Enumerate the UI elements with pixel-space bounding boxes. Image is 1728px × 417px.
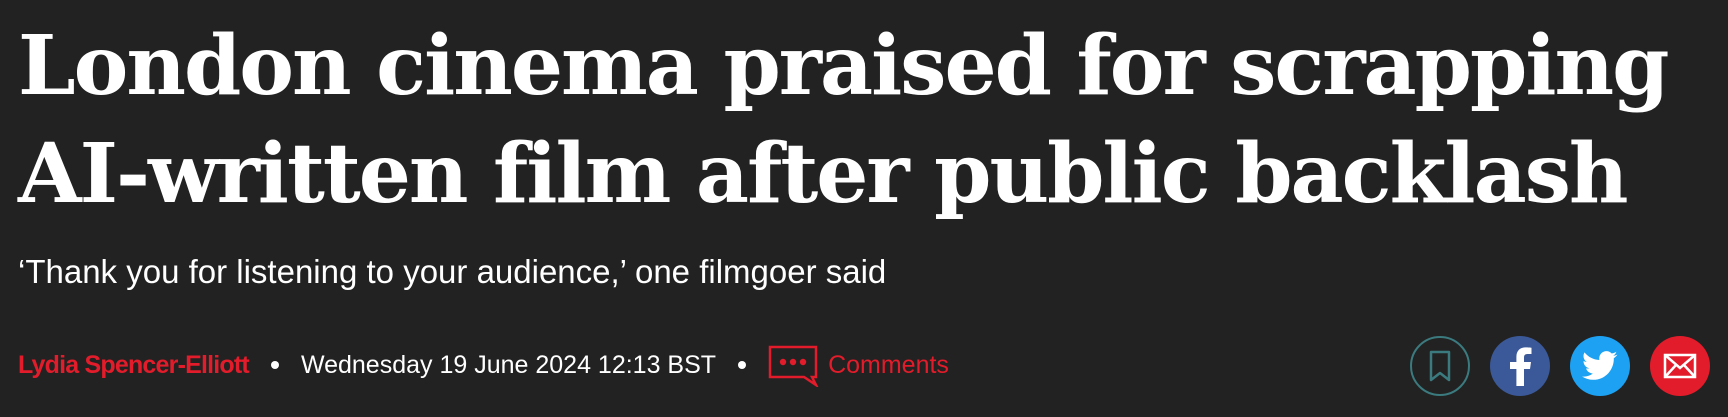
facebook-icon [1505, 346, 1535, 386]
headline: London cinema praised for scrapping AI-w… [18, 12, 1708, 228]
bookmark-icon [1427, 349, 1453, 383]
email-icon [1663, 353, 1697, 379]
standfirst: ‘Thank you for listening to your audienc… [18, 253, 887, 290]
email-share-button[interactable] [1650, 336, 1710, 396]
headline-line-1: London cinema praised for scrapping [18, 18, 1669, 114]
comments-label: Comments [828, 350, 949, 379]
share-bar [1410, 336, 1710, 396]
headline-line-2: AI-written film after public backlash [18, 126, 1628, 222]
facebook-share-button[interactable] [1490, 336, 1550, 396]
twitter-icon [1582, 351, 1618, 381]
publish-date: Wednesday 19 June 2024 12:13 BST [300, 350, 717, 379]
bookmark-button[interactable] [1410, 336, 1470, 396]
comments-icon [768, 343, 820, 389]
comments-link[interactable]: Comments [768, 343, 949, 389]
separator-dot [738, 361, 747, 369]
article-meta: Lydia Spencer-Elliott Wednesday 19 June … [18, 343, 949, 389]
separator-dot [270, 361, 279, 369]
twitter-share-button[interactable] [1570, 336, 1630, 396]
author-link[interactable]: Lydia Spencer-Elliott [18, 351, 250, 380]
